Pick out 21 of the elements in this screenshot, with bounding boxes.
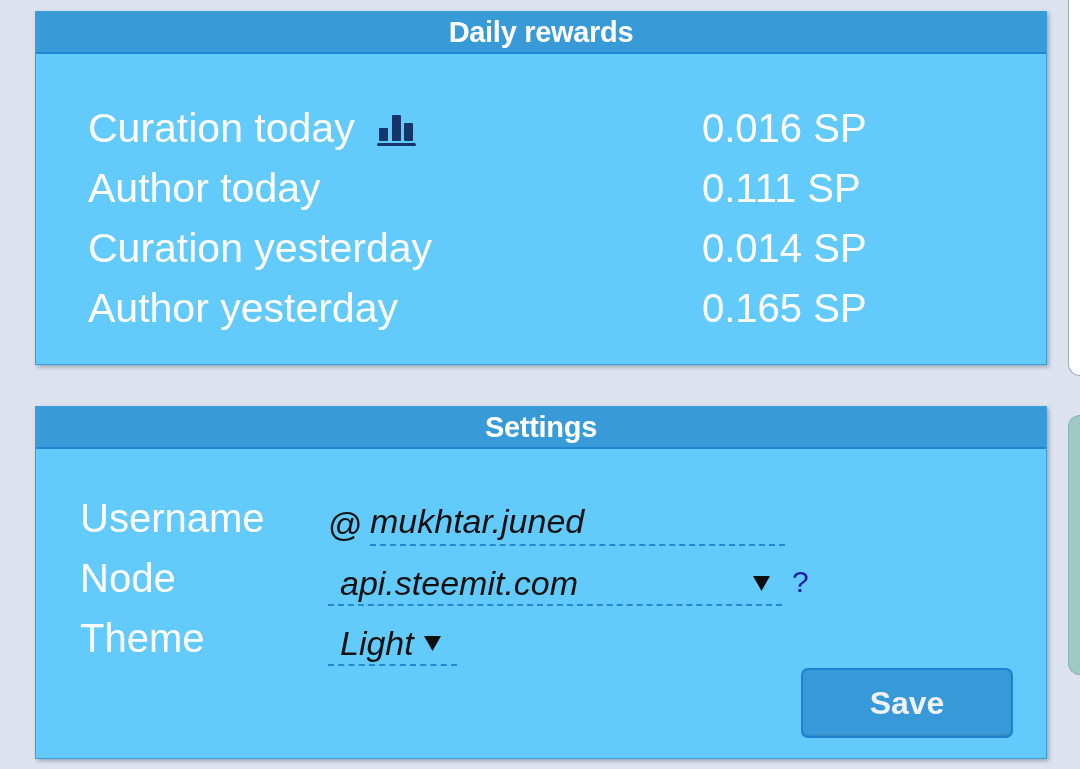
dropdown-select[interactable]: api.steemit.com [328,562,782,606]
help-link[interactable]: ? [792,562,809,602]
reward-label: Curation today [88,104,355,153]
dropdown-select[interactable]: Light [328,622,457,666]
panel-title: Daily rewards [36,12,1046,54]
username-input[interactable]: mukhtar.juned [370,502,785,546]
reward-value: 0.016 SP [702,105,867,152]
reward-label: Curation yesterday [88,224,433,273]
bar-chart-icon[interactable] [376,114,416,146]
field-label: Theme [80,615,206,662]
reward-label: Author yesterday [88,284,398,333]
caret-icon [423,635,441,651]
field-label: Node [80,555,177,602]
reward-value: 0.165 SP [702,285,867,332]
at-prefix: @ [328,504,364,545]
reward-value: 0.111 SP [702,165,861,212]
caret-icon [753,575,770,591]
field-label: Username [80,495,266,542]
reward-label: Author today [88,164,321,213]
panel-title: Settings [36,407,1046,449]
reward-value: 0.014 SP [702,225,867,272]
